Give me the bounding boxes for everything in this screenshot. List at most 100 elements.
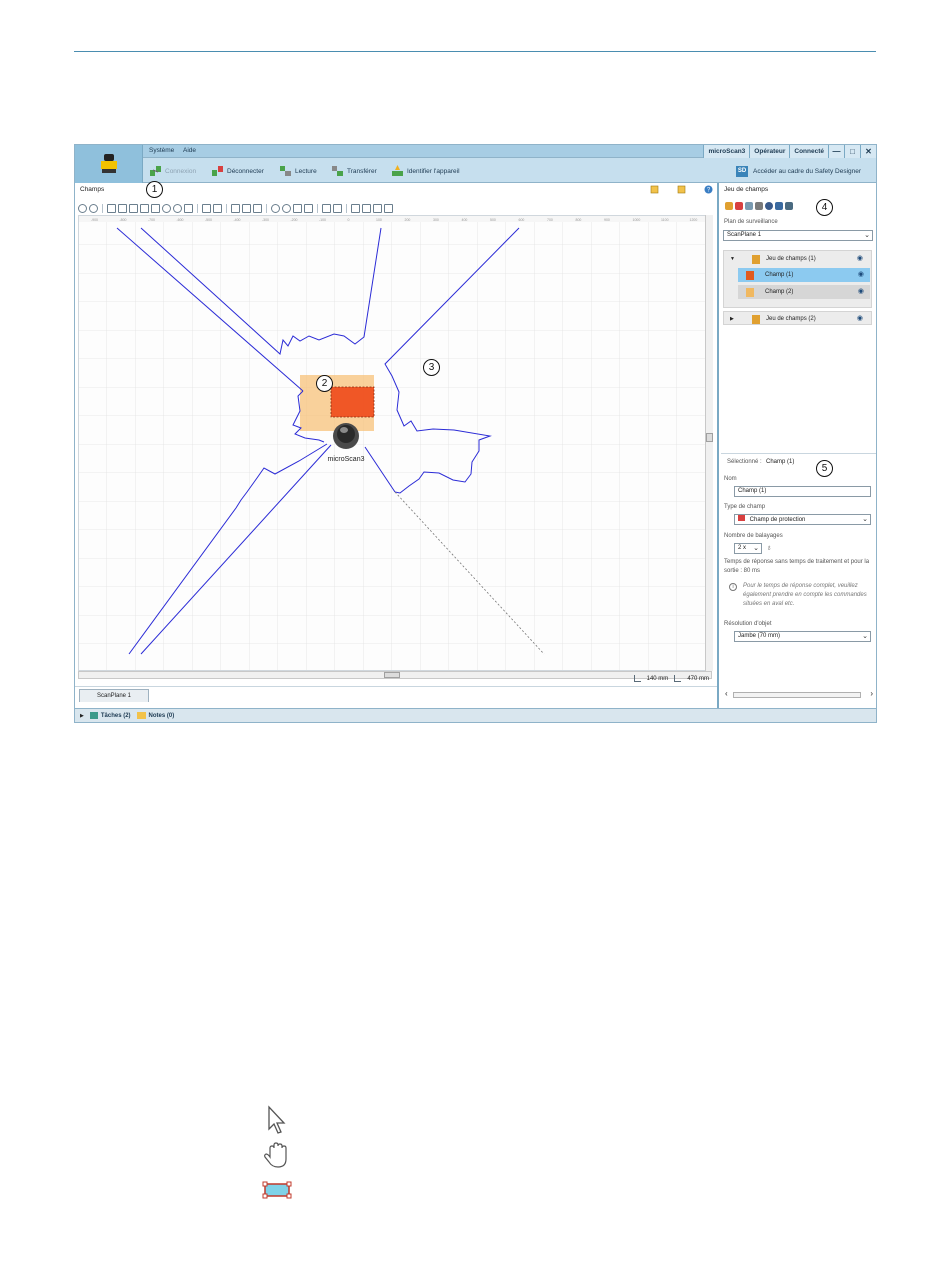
menu-aide[interactable]: Aide (183, 147, 196, 154)
maximize-button[interactable]: □ (844, 145, 860, 158)
notes-item[interactable]: Notes (0) (136, 712, 174, 719)
help-icon[interactable]: ? (704, 185, 713, 194)
disconnect-button[interactable]: Déconnecter (211, 163, 264, 179)
toolbar-separator (346, 203, 347, 213)
minimize-button[interactable]: — (828, 145, 844, 158)
properties-horizontal-scrollbar[interactable]: ‹ › (725, 689, 873, 699)
resolution-select[interactable]: Jambe (70 mm) ⌄ (734, 631, 871, 642)
eye-icon[interactable]: ◉ (858, 268, 864, 282)
redo-icon[interactable] (89, 203, 98, 213)
rectangle-tool-icon[interactable] (129, 203, 138, 213)
contour-tool-icon[interactable] (184, 203, 193, 213)
zoom-fit-icon[interactable] (293, 203, 302, 213)
ruler-tick-label: 1100 (661, 218, 669, 222)
copy-icon[interactable] (745, 202, 753, 210)
expand-status-icon[interactable]: ▶ (80, 713, 84, 719)
add-field-icon[interactable] (735, 202, 743, 210)
bulb-hint-icon[interactable]: ♁ (766, 543, 772, 552)
scanner-device-icon[interactable] (333, 423, 359, 449)
field-settings-icon[interactable] (322, 203, 331, 213)
identify-device-label: Identifier l'appareil (407, 167, 460, 175)
user-role-button[interactable]: Opérateur (749, 145, 790, 158)
note-icon (136, 712, 146, 719)
plan-select[interactable]: ScanPlane 1 ⌄ (723, 230, 873, 241)
collapse-arrow-icon[interactable]: ▶ (730, 312, 734, 326)
canvas-vertical-scrollbar[interactable] (705, 215, 713, 671)
vertical-scroll-thumb[interactable] (706, 433, 713, 442)
field-editor-canvas[interactable]: -900 -800 -700 -600 -500 -400 -300 -200 -100 0 100… (78, 215, 712, 671)
fill-icon[interactable] (253, 203, 262, 213)
protective-field-icon (746, 271, 754, 280)
wrench-icon[interactable] (373, 203, 382, 213)
scans-select[interactable]: 2 x ⌄ (734, 543, 762, 554)
field-copy-icon[interactable] (333, 203, 342, 213)
pointer-tool-icon[interactable] (107, 203, 116, 213)
grid-icon[interactable] (362, 203, 371, 213)
delete-icon[interactable] (213, 203, 222, 213)
name-input[interactable]: Champ (1) (734, 486, 871, 497)
field-type-value: Champ de protection (749, 517, 806, 523)
ruler-tick-label: -200 (291, 218, 298, 222)
horizontal-scroll-thumb[interactable] (384, 672, 400, 678)
tree-item-field-2[interactable]: Champ (2) ◉ (738, 285, 870, 299)
connect-button[interactable]: Connexion (149, 163, 196, 179)
plan-value: ScanPlane 1 (727, 232, 762, 238)
tasks-item[interactable]: Tâches (2) (89, 712, 131, 719)
transfer-button[interactable]: Transférer (331, 163, 377, 179)
tree-item-label: Champ (1) (765, 272, 794, 278)
expand-arrow-icon[interactable]: ▼ (730, 252, 735, 266)
paint-tool-icon[interactable] (202, 203, 211, 213)
safety-designer-link[interactable]: SD Accéder au cadre du Safety Designer (736, 163, 861, 179)
read-button[interactable]: Lecture (279, 163, 317, 179)
menu-systeme[interactable]: Système (149, 147, 174, 154)
tab-scanplane-1[interactable]: ScanPlane 1 (79, 689, 149, 702)
plan-label: Plan de surveillance (724, 219, 778, 225)
field-sets-title: Jeu de champs (724, 186, 769, 193)
canvas-horizontal-scrollbar[interactable] (78, 671, 712, 679)
read-label: Lecture (295, 167, 317, 175)
copy-field-icon[interactable] (242, 203, 251, 213)
eye-icon[interactable]: ◉ (857, 252, 863, 266)
undo-icon[interactable] (78, 203, 87, 213)
tree-item-label: Jeu de champs (2) (766, 316, 816, 322)
field-type-select[interactable]: Champ de protection ⌄ (734, 514, 871, 525)
add-field-set-icon[interactable] (725, 202, 733, 210)
tree-row: ▶ Jeu de champs (2) ◉ (724, 312, 871, 326)
zoom-area-icon[interactable] (304, 203, 313, 213)
scroll-left-icon[interactable]: ‹ (725, 689, 728, 698)
eye-icon[interactable]: ◉ (857, 312, 863, 326)
bulb-icon[interactable] (384, 203, 393, 213)
background-image-icon[interactable] (351, 203, 360, 213)
visibility-icon[interactable] (765, 202, 773, 210)
zoom-out-icon[interactable] (282, 203, 291, 213)
polygon-tool-icon[interactable] (140, 203, 149, 213)
scroll-right-icon[interactable]: › (870, 689, 873, 698)
ruler-tick-label: 0 (348, 218, 350, 222)
identify-device-icon (392, 165, 403, 176)
protective-field-shape[interactable] (330, 386, 375, 418)
download-icon[interactable] (785, 202, 793, 210)
import-icon[interactable] (677, 185, 686, 194)
align-icon[interactable] (231, 203, 240, 213)
zoom-in-icon[interactable] (271, 203, 280, 213)
circle-tool-icon[interactable] (162, 203, 171, 213)
tree-item-field-set-2[interactable]: ▶ Jeu de champs (2) ◉ (723, 311, 872, 325)
identify-device-button[interactable]: Identifier l'appareil (391, 163, 460, 179)
ruler-tick-label: 1200 (690, 218, 698, 222)
chevron-down-icon: ⌄ (753, 545, 759, 552)
drawing-toolbar (78, 202, 712, 214)
square-tool-icon[interactable] (151, 203, 160, 213)
sector-tool-icon[interactable] (173, 203, 182, 213)
properties-scroll-track[interactable] (733, 692, 861, 698)
hand-tool-icon[interactable] (118, 203, 127, 213)
ruler-tick-label: 800 (576, 218, 582, 222)
close-button[interactable]: ✕ (860, 145, 876, 158)
tree-item-field-1[interactable]: Champ (1) ◉ (738, 268, 870, 282)
export-icon[interactable] (650, 185, 659, 194)
fields-panel: Champs ? -900 -800 -700 -600 -500 -400 -… (75, 183, 719, 708)
filter-icon[interactable] (775, 202, 783, 210)
cursor-coordinates: 140 mm 470 mm (633, 675, 709, 682)
delete-field-icon[interactable] (755, 202, 763, 210)
tree-item-field-set-1[interactable]: ▼ Jeu de champs (1) ◉ (724, 252, 871, 266)
eye-icon[interactable]: ◉ (858, 285, 864, 299)
